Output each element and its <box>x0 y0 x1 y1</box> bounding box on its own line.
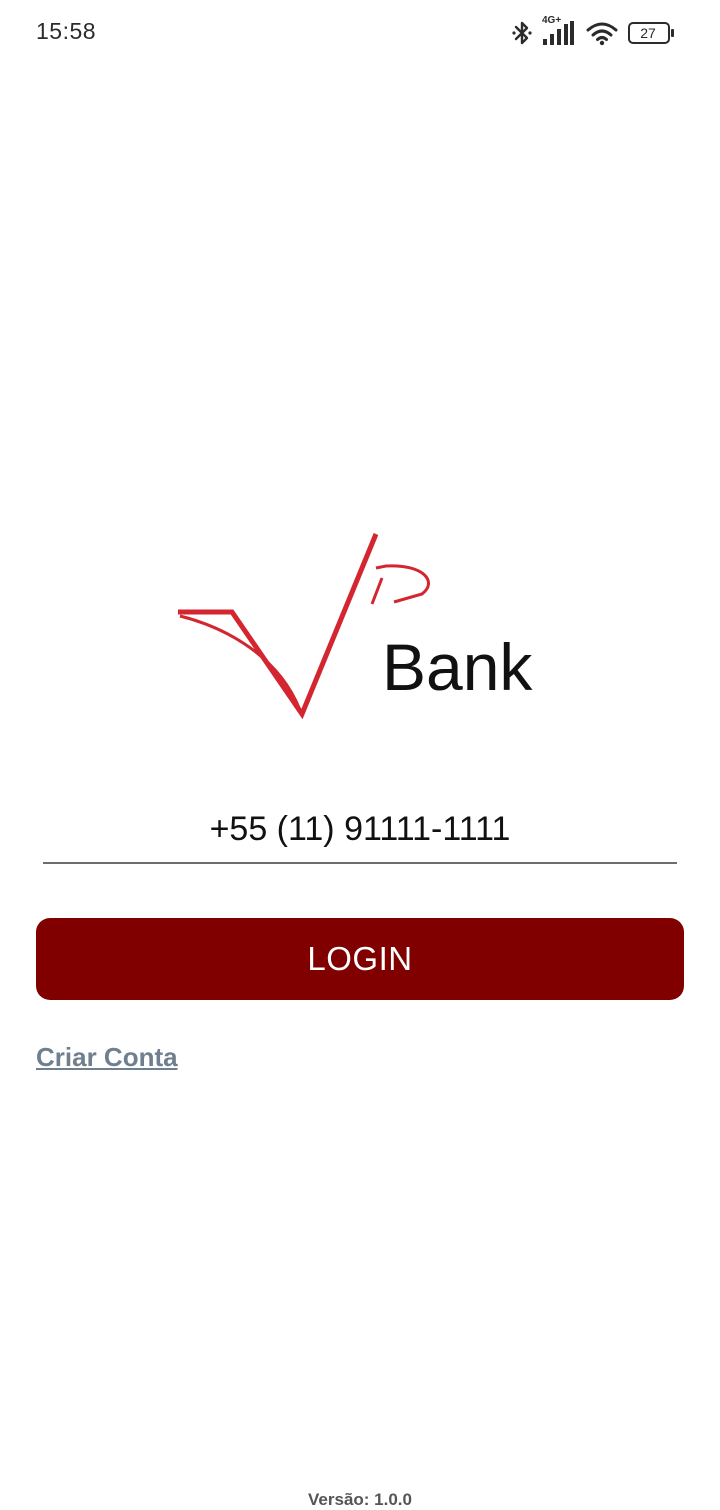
bluetooth-icon <box>512 20 532 46</box>
wifi-icon <box>586 20 618 46</box>
status-icons: 4G+ 27 <box>512 15 676 48</box>
signal-icon: 4G+ <box>540 15 574 47</box>
bank-logo: Bank <box>176 530 556 720</box>
battery-level: 27 <box>640 25 656 41</box>
version-text: Versão: 1.0.0 <box>308 1490 412 1509</box>
battery-icon: 27 <box>628 22 676 44</box>
status-time: 15:58 <box>36 18 97 44</box>
phone-input[interactable] <box>43 800 677 858</box>
phone-field[interactable] <box>43 800 677 864</box>
login-button[interactable]: LOGIN <box>36 918 684 1000</box>
create-account-link[interactable]: Criar Conta <box>36 1042 178 1073</box>
network-type-label: 4G+ <box>542 15 562 26</box>
status-bar: 15:58 4G+ 27 <box>0 0 720 68</box>
logo-text: Bank <box>382 630 533 704</box>
